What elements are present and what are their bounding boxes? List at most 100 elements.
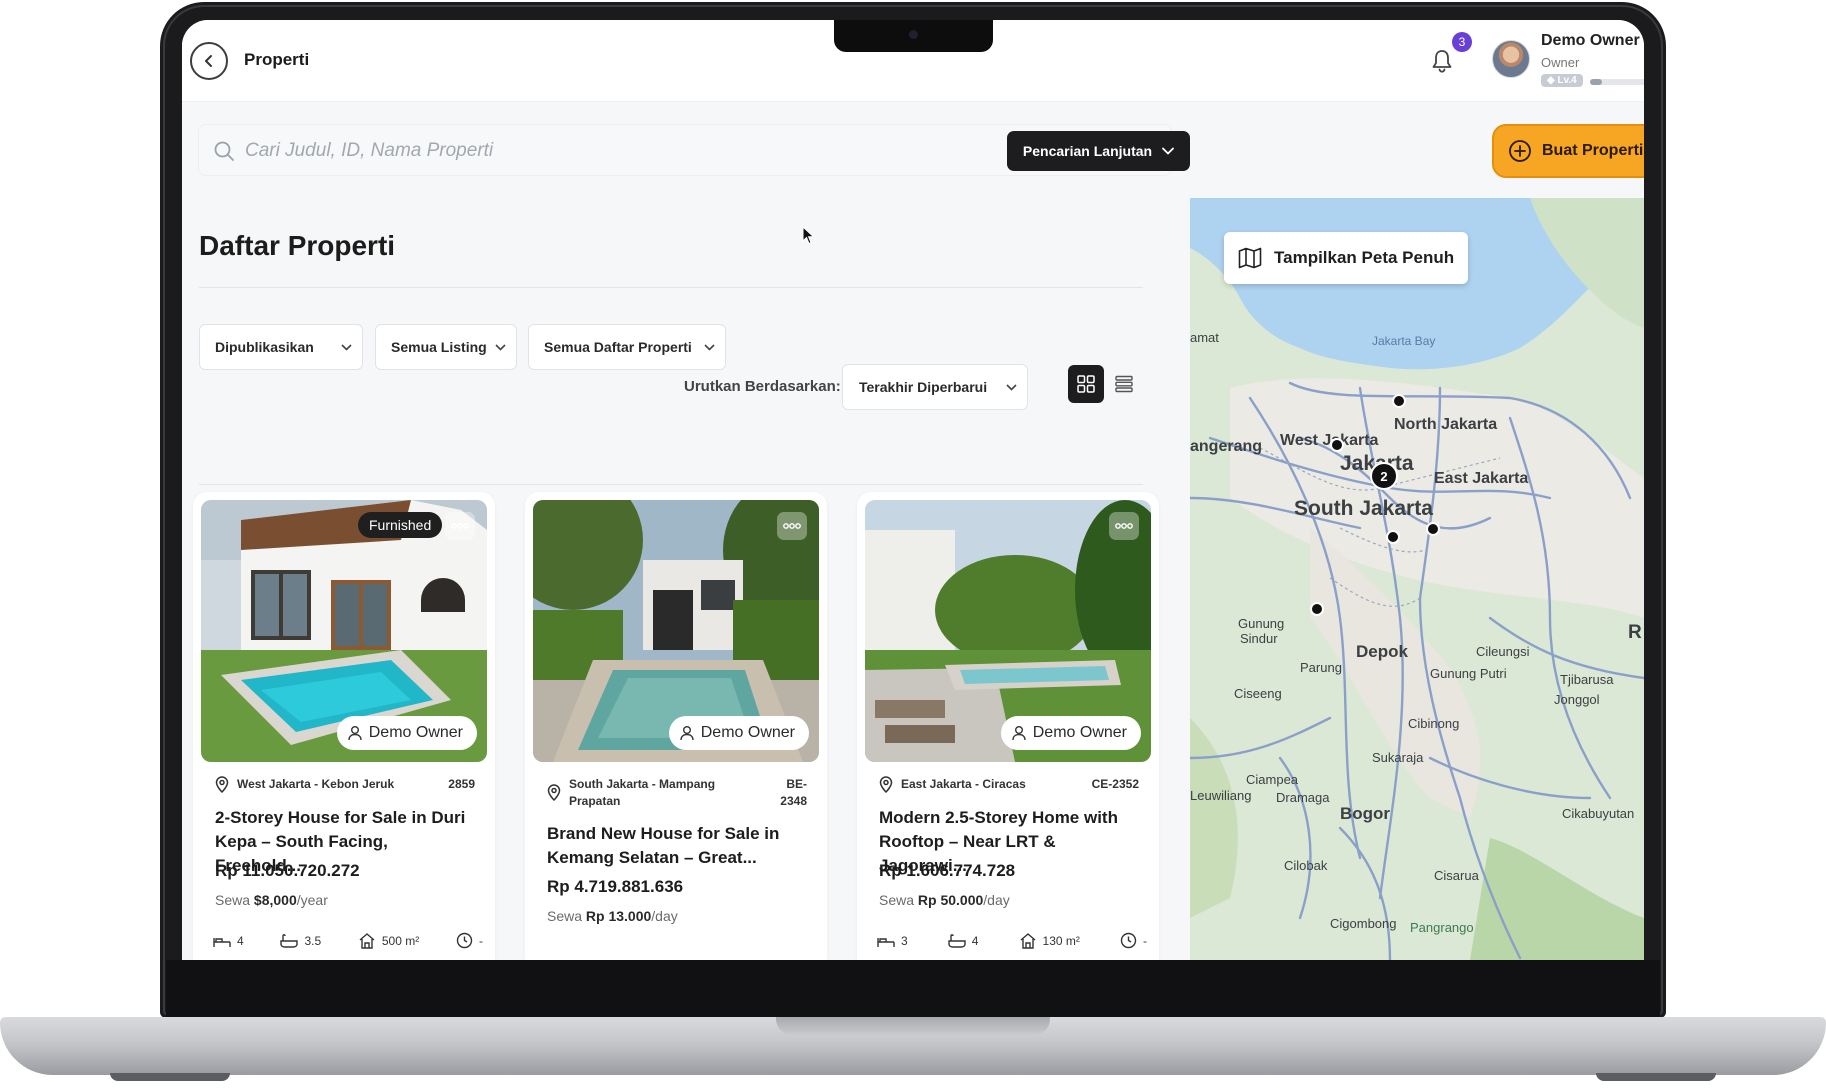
rent-prefix: Sewa — [215, 892, 251, 908]
area-value: 500 m² — [381, 933, 420, 948]
map-label: West Jakarta — [1280, 432, 1379, 449]
chevron-down-icon — [1006, 383, 1017, 391]
filter-label: Semua Daftar Properti — [544, 339, 692, 355]
map-label: Bogor — [1340, 804, 1391, 823]
property-id: CE-2352 — [1091, 777, 1139, 791]
sort-select[interactable]: Terakhir Diperbarui — [842, 364, 1028, 410]
map-label: South Jakarta — [1294, 497, 1433, 520]
show-full-map-button[interactable]: Tampilkan Peta Penuh — [1224, 232, 1468, 284]
map-label: Cilobak — [1284, 858, 1328, 873]
chevron-down-icon — [495, 343, 506, 351]
avatar[interactable] — [1492, 40, 1530, 78]
map-pin[interactable] — [1310, 602, 1324, 616]
map-label: Ciampea — [1246, 772, 1299, 787]
back-button[interactable] — [190, 42, 228, 80]
map-pin[interactable] — [1392, 394, 1406, 408]
map-panel[interactable]: Tampilkan Peta Penuh Jakarta Bay amat No… — [1190, 198, 1644, 960]
property-list-filter[interactable]: Semua Daftar Properti — [528, 324, 726, 370]
bedroom-count: 3 — [901, 933, 908, 948]
show-full-map-label: Tampilkan Peta Penuh — [1274, 248, 1455, 267]
map-label: Tjibarusa — [1560, 672, 1614, 687]
advanced-search-label: Pencarian Lanjutan — [1022, 143, 1153, 159]
create-property-button[interactable]: Buat Properti — [1492, 124, 1644, 178]
location-row: West Jakarta - Kebon Jeruk 2859 — [215, 776, 475, 793]
more-options-button[interactable] — [445, 512, 475, 540]
map-label: North Jakarta — [1394, 416, 1498, 433]
search-input[interactable] — [245, 135, 925, 167]
location-row: East Jakarta - Ciracas CE-2352 — [879, 776, 1139, 793]
property-photo: Demo Owner — [533, 500, 819, 762]
bed-icon — [877, 937, 895, 947]
location-pin-icon — [215, 776, 229, 793]
area-value: 130 m² — [1042, 933, 1080, 948]
map-label: Parung — [1300, 660, 1342, 675]
map-label: angerang — [1190, 438, 1263, 455]
property-photo: Furnished Demo Owner — [201, 500, 487, 762]
property-title[interactable]: Brand New House for Sale in Kemang Selat… — [547, 822, 809, 870]
more-dots-icon — [451, 523, 469, 529]
property-card[interactable]: Demo Owner South Jakarta - Mampang Prapa… — [525, 492, 827, 960]
map-label: Cisarua — [1434, 868, 1479, 883]
app-screen: Properti 3 Demo Owner Owner ◆ Lv.4 Penca… — [182, 20, 1644, 960]
chevron-left-icon — [205, 55, 212, 67]
map-label: Dramaga — [1276, 790, 1330, 805]
plus-circle-icon — [1509, 140, 1531, 162]
map-cluster[interactable]: 2 — [1370, 462, 1398, 490]
status-filter[interactable]: Dipublikasikan — [199, 324, 363, 370]
grid-view-toggle[interactable] — [1068, 365, 1104, 403]
mouse-cursor-icon — [802, 226, 815, 245]
map-pin[interactable] — [1426, 522, 1440, 536]
map-pin[interactable] — [1386, 530, 1400, 544]
property-card[interactable]: Demo Owner East Jakarta - Ciracas CE-235… — [857, 492, 1159, 960]
list-view-toggle[interactable] — [1106, 365, 1142, 403]
map-label: Cibinong — [1408, 716, 1460, 731]
search-bar: Pencarian Lanjutan — [198, 124, 1190, 176]
laptop-opening-groove — [776, 1017, 1050, 1035]
property-price: Rp 4.719.881.636 — [547, 877, 684, 896]
chevron-down-icon — [341, 343, 352, 351]
map-label: Cileungsi — [1476, 644, 1530, 659]
divider — [199, 484, 1143, 485]
owner-chip[interactable]: Demo Owner — [668, 716, 809, 750]
property-list-panel: Daftar Properti Dipublikasikan Semua Lis… — [182, 198, 1190, 960]
time-info: - — [1120, 932, 1147, 949]
more-options-button[interactable] — [1109, 512, 1139, 540]
bathrooms: 3.5 — [280, 933, 321, 949]
listing-filter[interactable]: Semua Listing — [375, 324, 517, 370]
chevron-down-icon — [1162, 147, 1174, 155]
more-options-button[interactable] — [777, 512, 807, 540]
filter-label: Dipublikasikan — [215, 339, 314, 355]
owner-chip[interactable]: Demo Owner — [1000, 716, 1141, 750]
camera-notch — [834, 20, 993, 52]
rent-value: Rp 50.000 — [917, 892, 984, 908]
rent-value: Rp 13.000 — [585, 908, 652, 924]
user-icon — [1012, 726, 1026, 741]
bathroom-count: 3.5 — [304, 933, 322, 948]
map-label: Cigombong — [1330, 916, 1397, 931]
bell-icon[interactable] — [1430, 48, 1454, 74]
rent-unit: /year — [296, 892, 328, 908]
advanced-search-button[interactable]: Pencarian Lanjutan — [1007, 131, 1190, 171]
user-level-badge: ◆ Lv.4 — [1541, 74, 1583, 87]
map-label: Gunung — [1238, 616, 1285, 631]
map-label: Pangrango — [1410, 920, 1474, 935]
location-pin-icon — [547, 784, 561, 801]
furnished-badge: Furnished — [358, 512, 443, 538]
rent-price: Sewa Rp 50.000/day — [879, 892, 1010, 908]
map-pin[interactable] — [1330, 438, 1344, 452]
list-icon — [1115, 375, 1133, 393]
rent-unit: /day — [651, 908, 678, 924]
bathroom-count: 4 — [971, 933, 979, 948]
filter-label: Semua Listing — [391, 339, 487, 355]
owner-name: Demo Owner — [700, 724, 795, 741]
user-name: Demo Owner — [1541, 32, 1640, 49]
rent-prefix: Sewa — [547, 908, 583, 924]
notification-badge: 3 — [1452, 32, 1472, 52]
owner-chip[interactable]: Demo Owner — [336, 716, 477, 750]
clock-icon — [456, 932, 473, 949]
time-info: - — [456, 932, 483, 949]
owner-name: Demo Owner — [1032, 724, 1127, 741]
land-area: 500 m² — [358, 932, 419, 949]
location-row: South Jakarta - Mampang Prapatan BE-2348 — [547, 776, 807, 810]
property-card[interactable]: Furnished Demo Owner West Jakarta - Kebo… — [193, 492, 495, 960]
